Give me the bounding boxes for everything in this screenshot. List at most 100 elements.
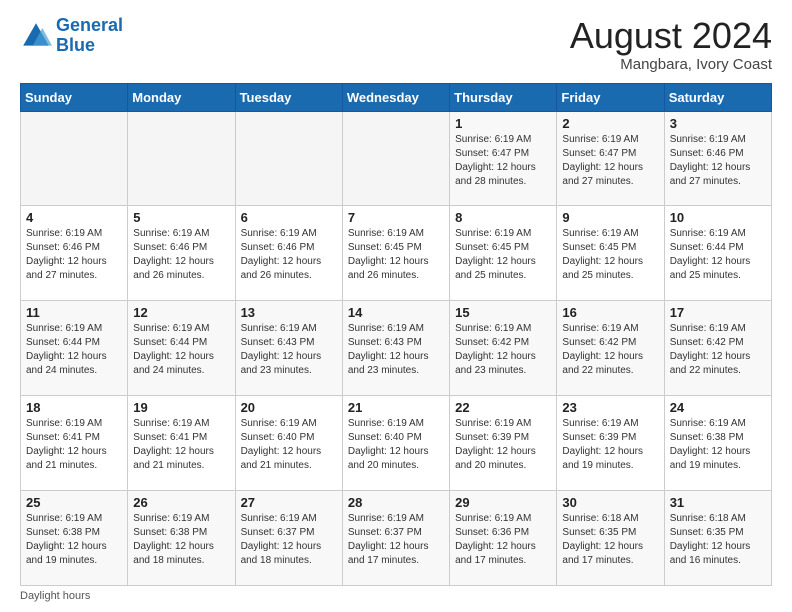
calendar-cell: 5 Sunrise: 6:19 AM Sunset: 6:46 PM Daylig… bbox=[128, 206, 235, 301]
day-info: Sunrise: 6:19 AM Sunset: 6:44 PM Dayligh… bbox=[26, 322, 122, 378]
page: General Blue August 2024 Mangbara, Ivory… bbox=[0, 0, 792, 612]
calendar-cell bbox=[342, 111, 449, 206]
logo-text: General Blue bbox=[56, 16, 123, 56]
day-info: Sunrise: 6:19 AM Sunset: 6:45 PM Dayligh… bbox=[562, 227, 658, 283]
weekday-header-row: SundayMondayTuesdayWednesdayThursdayFrid… bbox=[21, 83, 772, 111]
day-info: Sunrise: 6:19 AM Sunset: 6:44 PM Dayligh… bbox=[670, 227, 766, 283]
calendar-cell: 27Sunrise: 6:19 AM Sunset: 6:37 PM Dayli… bbox=[235, 491, 342, 586]
day-info: Sunrise: 6:19 AM Sunset: 6:42 PM Dayligh… bbox=[670, 322, 766, 378]
logo-icon bbox=[20, 20, 52, 52]
day-number: 15 bbox=[455, 305, 551, 320]
day-info: Sunrise: 6:19 AM Sunset: 6:40 PM Dayligh… bbox=[241, 417, 337, 473]
calendar-cell: 1 Sunrise: 6:19 AM Sunset: 6:47 PM Daylig… bbox=[450, 111, 557, 206]
calendar-cell: 29 Sunrise: 6:19 AM Sunset: 6:36 PM Dayli… bbox=[450, 491, 557, 586]
calendar-cell: 19 Sunrise: 6:19 AM Sunset: 6:41 PM Dayli… bbox=[128, 396, 235, 491]
calendar-cell: 28 Sunrise: 6:19 AM Sunset: 6:37 PM Dayli… bbox=[342, 491, 449, 586]
calendar-cell: 31 Sunrise: 6:18 AM Sunset: 6:35 PM Dayli… bbox=[664, 491, 771, 586]
day-number: 21 bbox=[348, 400, 444, 415]
calendar-cell: 14Sunrise: 6:19 AM Sunset: 6:43 PM Dayli… bbox=[342, 301, 449, 396]
day-info: Sunrise: 6:19 AM Sunset: 6:42 PM Dayligh… bbox=[562, 322, 658, 378]
day-info: Sunrise: 6:19 AM Sunset: 6:41 PM Dayligh… bbox=[26, 417, 122, 473]
week-row-1: 1 Sunrise: 6:19 AM Sunset: 6:47 PM Daylig… bbox=[21, 111, 772, 206]
calendar-cell: 25 Sunrise: 6:19 AM Sunset: 6:38 PM Dayli… bbox=[21, 491, 128, 586]
calendar-cell: 3 Sunrise: 6:19 AM Sunset: 6:46 PM Daylig… bbox=[664, 111, 771, 206]
day-number: 19 bbox=[133, 400, 229, 415]
logo: General Blue bbox=[20, 16, 123, 56]
calendar-cell: 2 Sunrise: 6:19 AM Sunset: 6:47 PM Daylig… bbox=[557, 111, 664, 206]
calendar-cell: 20 Sunrise: 6:19 AM Sunset: 6:40 PM Dayli… bbox=[235, 396, 342, 491]
weekday-saturday: Saturday bbox=[664, 83, 771, 111]
day-number: 8 bbox=[455, 210, 551, 225]
day-number: 13 bbox=[241, 305, 337, 320]
day-info: Sunrise: 6:19 AM Sunset: 6:47 PM Dayligh… bbox=[562, 133, 658, 189]
calendar-cell bbox=[128, 111, 235, 206]
day-info: Sunrise: 6:19 AM Sunset: 6:46 PM Dayligh… bbox=[670, 133, 766, 189]
month-year: August 2024 bbox=[570, 16, 772, 56]
logo-general: General bbox=[56, 15, 123, 35]
day-number: 10 bbox=[670, 210, 766, 225]
day-number: 2 bbox=[562, 116, 658, 131]
calendar-cell: 9Sunrise: 6:19 AM Sunset: 6:45 PM Daylig… bbox=[557, 206, 664, 301]
day-number: 11 bbox=[26, 305, 122, 320]
calendar-cell: 10 Sunrise: 6:19 AM Sunset: 6:44 PM Dayli… bbox=[664, 206, 771, 301]
day-number: 1 bbox=[455, 116, 551, 131]
day-number: 30 bbox=[562, 495, 658, 510]
day-info: Sunrise: 6:19 AM Sunset: 6:43 PM Dayligh… bbox=[348, 322, 444, 378]
day-number: 6 bbox=[241, 210, 337, 225]
calendar-cell: 13Sunrise: 6:19 AM Sunset: 6:43 PM Dayli… bbox=[235, 301, 342, 396]
day-info: Sunrise: 6:19 AM Sunset: 6:37 PM Dayligh… bbox=[348, 512, 444, 568]
day-number: 7 bbox=[348, 210, 444, 225]
location: Mangbara, Ivory Coast bbox=[570, 56, 772, 73]
day-info: Sunrise: 6:19 AM Sunset: 6:41 PM Dayligh… bbox=[133, 417, 229, 473]
header: General Blue August 2024 Mangbara, Ivory… bbox=[20, 16, 772, 73]
calendar-cell: 22Sunrise: 6:19 AM Sunset: 6:39 PM Dayli… bbox=[450, 396, 557, 491]
day-number: 4 bbox=[26, 210, 122, 225]
day-info: Sunrise: 6:19 AM Sunset: 6:39 PM Dayligh… bbox=[562, 417, 658, 473]
day-info: Sunrise: 6:19 AM Sunset: 6:46 PM Dayligh… bbox=[26, 227, 122, 283]
day-info: Sunrise: 6:19 AM Sunset: 6:38 PM Dayligh… bbox=[26, 512, 122, 568]
day-info: Sunrise: 6:19 AM Sunset: 6:45 PM Dayligh… bbox=[455, 227, 551, 283]
weekday-thursday: Thursday bbox=[450, 83, 557, 111]
week-row-2: 4 Sunrise: 6:19 AM Sunset: 6:46 PM Daylig… bbox=[21, 206, 772, 301]
calendar-cell: 24Sunrise: 6:19 AM Sunset: 6:38 PM Dayli… bbox=[664, 396, 771, 491]
day-info: Sunrise: 6:19 AM Sunset: 6:37 PM Dayligh… bbox=[241, 512, 337, 568]
day-number: 5 bbox=[133, 210, 229, 225]
day-number: 24 bbox=[670, 400, 766, 415]
calendar-cell: 16Sunrise: 6:19 AM Sunset: 6:42 PM Dayli… bbox=[557, 301, 664, 396]
calendar-cell: 7 Sunrise: 6:19 AM Sunset: 6:45 PM Daylig… bbox=[342, 206, 449, 301]
calendar-cell: 26Sunrise: 6:19 AM Sunset: 6:38 PM Dayli… bbox=[128, 491, 235, 586]
calendar-cell: 17 Sunrise: 6:19 AM Sunset: 6:42 PM Dayli… bbox=[664, 301, 771, 396]
day-info: Sunrise: 6:19 AM Sunset: 6:36 PM Dayligh… bbox=[455, 512, 551, 568]
day-number: 25 bbox=[26, 495, 122, 510]
day-info: Sunrise: 6:19 AM Sunset: 6:47 PM Dayligh… bbox=[455, 133, 551, 189]
day-number: 29 bbox=[455, 495, 551, 510]
calendar-cell: 21Sunrise: 6:19 AM Sunset: 6:40 PM Dayli… bbox=[342, 396, 449, 491]
day-number: 20 bbox=[241, 400, 337, 415]
weekday-monday: Monday bbox=[128, 83, 235, 111]
weekday-sunday: Sunday bbox=[21, 83, 128, 111]
calendar-cell: 15Sunrise: 6:19 AM Sunset: 6:42 PM Dayli… bbox=[450, 301, 557, 396]
day-info: Sunrise: 6:19 AM Sunset: 6:39 PM Dayligh… bbox=[455, 417, 551, 473]
logo-blue: Blue bbox=[56, 35, 95, 55]
day-info: Sunrise: 6:18 AM Sunset: 6:35 PM Dayligh… bbox=[562, 512, 658, 568]
day-number: 12 bbox=[133, 305, 229, 320]
day-info: Sunrise: 6:19 AM Sunset: 6:46 PM Dayligh… bbox=[241, 227, 337, 283]
day-info: Sunrise: 6:19 AM Sunset: 6:46 PM Dayligh… bbox=[133, 227, 229, 283]
calendar-cell: 6 Sunrise: 6:19 AM Sunset: 6:46 PM Daylig… bbox=[235, 206, 342, 301]
day-info: Sunrise: 6:18 AM Sunset: 6:35 PM Dayligh… bbox=[670, 512, 766, 568]
day-info: Sunrise: 6:19 AM Sunset: 6:45 PM Dayligh… bbox=[348, 227, 444, 283]
calendar-cell bbox=[21, 111, 128, 206]
day-number: 18 bbox=[26, 400, 122, 415]
day-number: 3 bbox=[670, 116, 766, 131]
footer-note: Daylight hours bbox=[20, 590, 772, 602]
calendar-cell: 18 Sunrise: 6:19 AM Sunset: 6:41 PM Dayli… bbox=[21, 396, 128, 491]
title-block: August 2024 Mangbara, Ivory Coast bbox=[570, 16, 772, 73]
calendar-cell: 4 Sunrise: 6:19 AM Sunset: 6:46 PM Daylig… bbox=[21, 206, 128, 301]
day-number: 28 bbox=[348, 495, 444, 510]
calendar-cell bbox=[235, 111, 342, 206]
calendar-cell: 11 Sunrise: 6:19 AM Sunset: 6:44 PM Dayli… bbox=[21, 301, 128, 396]
day-number: 31 bbox=[670, 495, 766, 510]
weekday-tuesday: Tuesday bbox=[235, 83, 342, 111]
day-number: 23 bbox=[562, 400, 658, 415]
day-number: 17 bbox=[670, 305, 766, 320]
